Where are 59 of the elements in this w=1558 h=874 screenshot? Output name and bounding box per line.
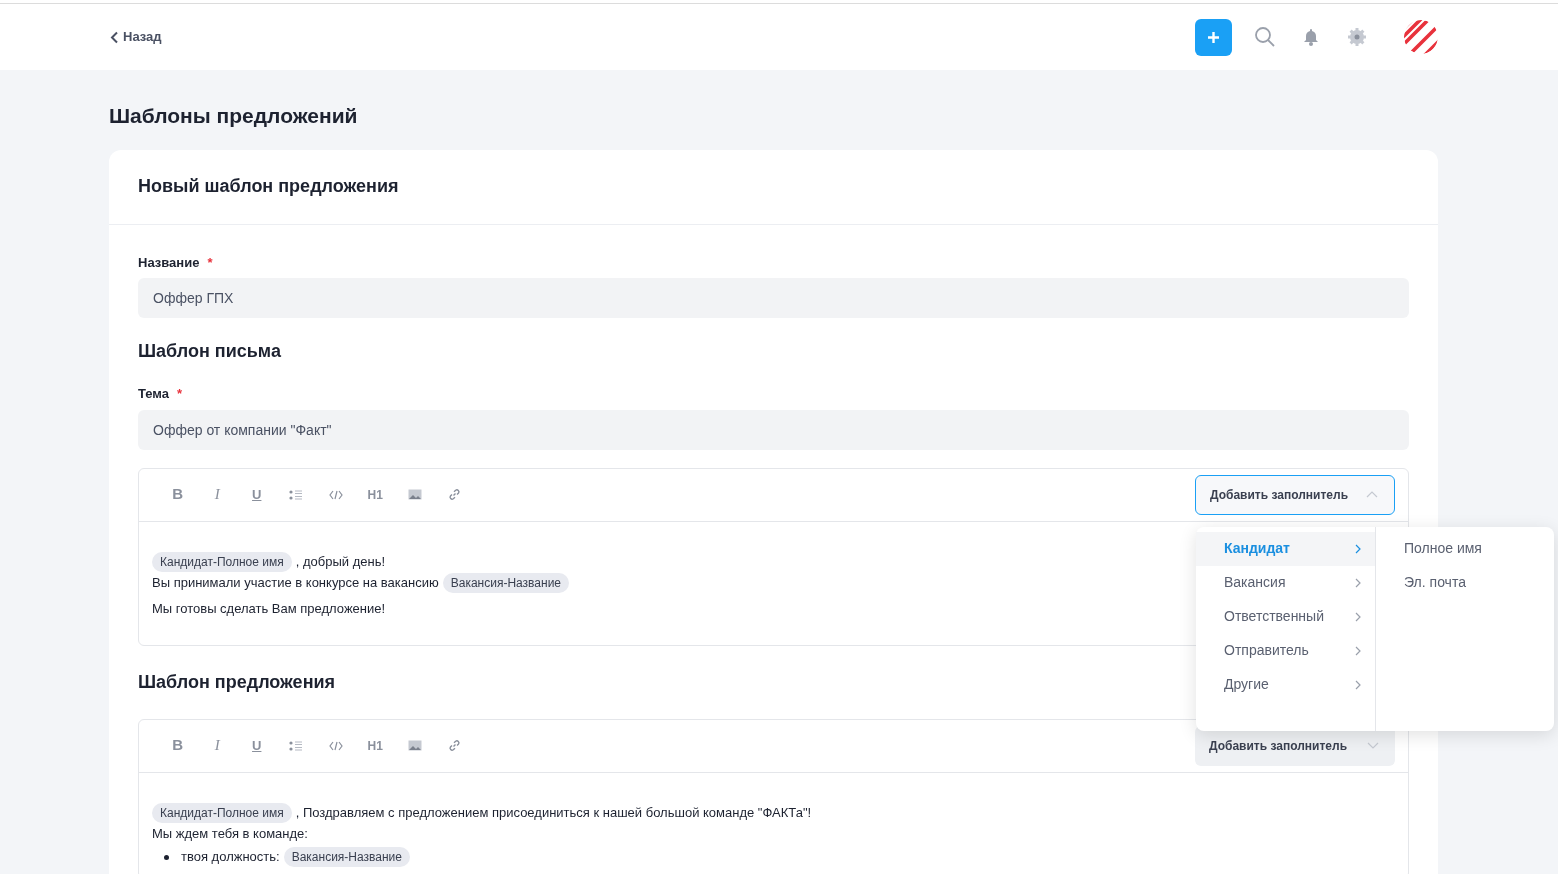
chevron-right-icon	[1355, 679, 1361, 690]
chevron-left-icon	[110, 30, 119, 44]
italic-button[interactable]: I	[197, 732, 237, 759]
section-title: Шаблон письма	[138, 340, 281, 363]
bold-button[interactable]: B	[158, 481, 198, 508]
editor-text: Мы ждем тебя в команде:	[152, 825, 308, 844]
code-icon	[328, 489, 343, 500]
menu-category[interactable]: Кандидат	[1196, 531, 1375, 566]
code-icon	[328, 740, 343, 751]
submenu-item[interactable]: Эл. почта	[1376, 565, 1554, 600]
editor-text: , добрый день!	[295, 553, 385, 572]
link-icon	[447, 739, 461, 752]
placeholder-tag: Вакансия-Название	[442, 573, 570, 593]
section-title: Шаблон предложения	[138, 670, 336, 694]
gear-icon	[1347, 27, 1367, 47]
editor-text: Мы готовы сделать Вам предложение!	[152, 600, 386, 619]
chevron-right-icon	[1355, 611, 1361, 622]
menu-category[interactable]: Другие	[1196, 667, 1375, 702]
plus-icon	[1207, 30, 1220, 44]
editor-text: , Поздравляем с предложением присоединиться к нашей большой команде "ФАКТа"!	[295, 804, 812, 823]
bullet-list-icon	[289, 739, 304, 752]
italic-button[interactable]: I	[197, 481, 237, 508]
search-icon	[1254, 26, 1276, 48]
submenu-item[interactable]: Полное имя	[1376, 531, 1554, 566]
text-input[interactable]: Оффер ГПХ	[138, 278, 1409, 318]
underline-button[interactable]: U	[237, 481, 277, 508]
menu-category[interactable]: Отправитель	[1196, 633, 1375, 668]
page-title: Шаблоны предложений	[109, 103, 359, 129]
menu-category[interactable]: Ответственный	[1196, 599, 1375, 634]
chevron-right-icon	[1355, 577, 1361, 588]
required-mark: *	[177, 385, 183, 403]
required-mark: *	[207, 253, 213, 272]
placeholder-tag: Кандидат-Полное имя	[152, 552, 292, 572]
chevron-up-icon	[1366, 491, 1378, 498]
chevron-right-icon	[1355, 645, 1361, 656]
editor-text: Вы принимали участие в конкурсе на вакансию	[152, 574, 439, 593]
underline-button[interactable]: U	[237, 732, 277, 759]
card-title: Новый шаблон предложения	[138, 175, 399, 198]
heading-button[interactable]: H1	[355, 732, 395, 759]
chevron-right-icon	[1355, 543, 1361, 554]
heading-button[interactable]: H1	[355, 481, 395, 508]
image-icon	[407, 740, 422, 751]
placeholder-tag: Вакансия-Название	[283, 847, 410, 867]
add-button[interactable]	[1195, 18, 1232, 56]
avatar-button[interactable]	[1404, 20, 1438, 54]
placeholder-tag: Кандидат-Полное имя	[152, 803, 292, 823]
back-link[interactable]: Назад	[110, 27, 162, 47]
field-label: Название	[138, 253, 200, 272]
bullet-list-icon	[289, 488, 304, 501]
link-icon	[447, 488, 461, 501]
image-icon	[407, 489, 422, 500]
menu-category[interactable]: Вакансия	[1196, 565, 1375, 600]
chevron-down-icon	[1367, 742, 1379, 749]
bold-button[interactable]: B	[158, 732, 198, 759]
field-label: Тема	[138, 385, 170, 403]
editor-text: твоя должность:	[181, 848, 280, 867]
add-placeholder-dropdown[interactable]: Добавить заполнитель	[1195, 474, 1395, 515]
text-input[interactable]: Оффер от компании "Факт"	[138, 409, 1409, 450]
bell-icon	[1303, 28, 1319, 46]
